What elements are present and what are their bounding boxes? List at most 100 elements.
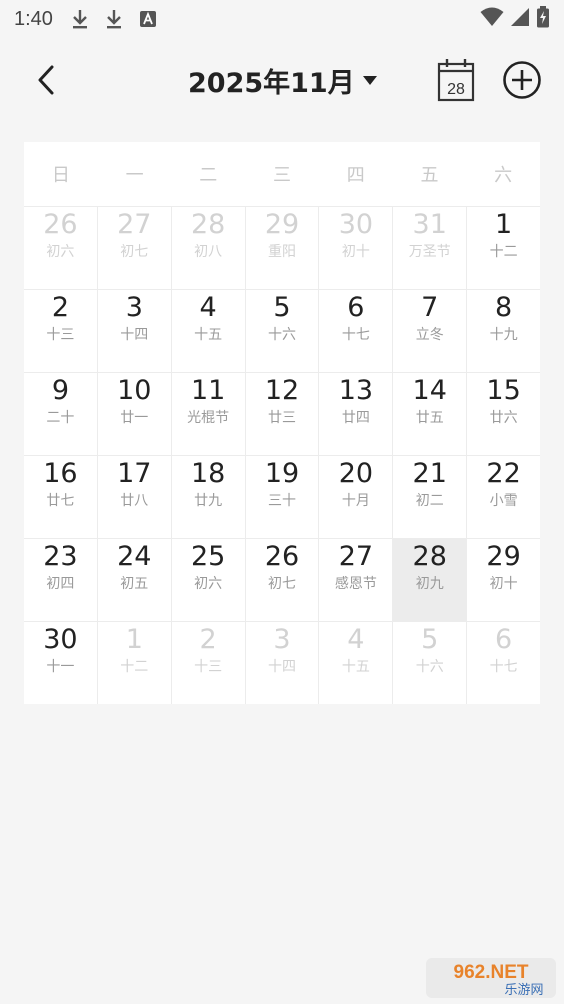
day-cell[interactable]: 1 十二	[97, 621, 172, 704]
day-cell[interactable]: 30 初十	[319, 206, 394, 289]
lunar-date: 十二	[489, 244, 518, 260]
day-cell[interactable]: 23 初四	[24, 538, 98, 621]
day-number: 11	[190, 375, 226, 406]
day-cell[interactable]: 5 十六	[393, 621, 468, 704]
site-watermark: 962.NET 乐游网	[424, 956, 558, 1000]
day-cell[interactable]: 29 重阳	[245, 206, 320, 289]
day-cell[interactable]: 26 初七	[245, 538, 320, 621]
week-row: 9 二十 10 廿一 11 光棍节 12 廿三 13 廿四 14 廿五 15 廿六	[24, 372, 541, 455]
day-number: 26	[264, 541, 300, 572]
calendar-today-icon: 28	[437, 59, 475, 102]
lunar-date: 十月	[341, 493, 370, 509]
day-cell[interactable]: 31 万圣节	[393, 206, 468, 289]
day-number: 29	[486, 541, 521, 572]
lunar-date: 廿八	[120, 493, 149, 509]
month-selector[interactable]: 2025年11月	[188, 62, 377, 99]
day-cell[interactable]: 10 廿一	[97, 372, 172, 455]
day-number: 4	[199, 292, 217, 323]
day-cell[interactable]: 3 十四	[97, 289, 172, 372]
day-cell[interactable]: 7 立冬	[393, 289, 468, 372]
day-cell[interactable]: 4 十五	[171, 289, 246, 372]
lunar-date: 初十	[341, 244, 370, 260]
day-number: 26	[43, 209, 78, 240]
day-number: 25	[190, 541, 226, 572]
lunar-date: 万圣节	[408, 244, 451, 260]
day-number: 29	[264, 209, 300, 240]
day-cell[interactable]: 24 初五	[97, 538, 172, 621]
day-cell[interactable]: 28 初八	[171, 206, 246, 289]
day-number: 28	[412, 541, 447, 572]
day-cell[interactable]: 22 小雪	[467, 455, 541, 538]
lunar-date: 廿六	[489, 410, 518, 426]
day-cell[interactable]: 12 廿三	[245, 372, 320, 455]
day-cell[interactable]: 30 十一	[24, 621, 98, 704]
day-cell[interactable]: 4 十五	[319, 621, 394, 704]
day-cell[interactable]: 15 廿六	[467, 372, 541, 455]
lunar-date: 十一	[46, 659, 75, 675]
day-number: 2	[199, 624, 217, 655]
lunar-date: 廿四	[341, 410, 370, 426]
day-cell[interactable]: 13 廿四	[319, 372, 394, 455]
day-cell[interactable]: 19 三十	[245, 455, 320, 538]
day-cell[interactable]: 27 感恩节	[319, 538, 394, 621]
day-cell[interactable]: 3 十四	[245, 621, 320, 704]
lunar-date: 十五	[341, 659, 370, 675]
day-cell[interactable]: 29 初十	[467, 538, 541, 621]
day-cell[interactable]: 9 二十	[24, 372, 98, 455]
day-cell[interactable]: 6 十七	[467, 621, 541, 704]
download-icon	[69, 8, 91, 30]
lunar-date: 十二	[120, 659, 149, 675]
calendar-header: 2025年11月 28	[0, 52, 564, 108]
day-number: 1	[494, 209, 513, 240]
caret-down-icon	[362, 75, 377, 85]
day-number: 18	[190, 458, 226, 489]
day-number: 31	[412, 209, 447, 240]
day-cell[interactable]: 25 初六	[171, 538, 246, 621]
day-cell[interactable]: 5 十六	[245, 289, 320, 372]
lunar-date: 十五	[194, 327, 223, 343]
week-row: 23 初四 24 初五 25 初六 26 初七 27 感恩节 28 初九 29 初十	[24, 538, 541, 621]
lunar-date: 十九	[489, 327, 518, 343]
day-cell[interactable]: 26 初六	[24, 206, 98, 289]
day-number: 20	[338, 458, 374, 489]
day-number: 22	[486, 458, 521, 489]
day-cell-selected[interactable]: 28 初九	[393, 538, 468, 621]
day-number: 4	[347, 624, 365, 655]
day-number: 12	[264, 375, 300, 406]
day-cell[interactable]: 16 廿七	[24, 455, 98, 538]
day-cell[interactable]: 21 初二	[393, 455, 468, 538]
day-number: 17	[117, 458, 152, 489]
day-number: 21	[412, 458, 447, 489]
lunar-date: 初六	[46, 244, 75, 260]
day-cell[interactable]: 17 廿八	[97, 455, 172, 538]
calendar-screen: 1:40 2025年11月 28 日 一 二 三 四 五 六 26 初六 27 …	[0, 0, 564, 1004]
day-cell[interactable]: 18 廿九	[171, 455, 246, 538]
month-calendar: 日一二三四五六 26 初六 27 初七 28 初八 29 重阳 30 初十 31 万圣节 1 十二 2 十三 3…	[24, 142, 541, 704]
day-cell[interactable]: 14 廿五	[393, 372, 468, 455]
day-cell[interactable]: 27 初七	[97, 206, 172, 289]
font-app-icon	[137, 8, 159, 30]
weekday-label: 五	[420, 165, 439, 186]
wifi-icon	[480, 7, 504, 32]
lunar-date: 光棍节	[187, 410, 230, 426]
month-title: 2025年11月	[188, 67, 355, 99]
day-cell[interactable]: 2 十三	[171, 621, 246, 704]
back-button[interactable]	[26, 60, 66, 100]
lunar-date: 二十	[46, 410, 75, 426]
lunar-date: 立冬	[415, 327, 444, 343]
day-number: 19	[264, 458, 300, 489]
add-event-button[interactable]	[502, 60, 542, 100]
lunar-date: 廿一	[120, 410, 149, 426]
day-cell[interactable]: 8 十九	[467, 289, 541, 372]
watermark-logo: 962.NET 乐游网	[426, 958, 556, 998]
lunar-date: 十七	[489, 659, 518, 675]
lunar-date: 初九	[415, 576, 444, 592]
day-cell[interactable]: 6 十七	[319, 289, 394, 372]
day-number: 7	[421, 292, 439, 323]
lunar-date: 初二	[415, 493, 444, 509]
day-cell[interactable]: 1 十二	[467, 206, 541, 289]
day-cell[interactable]: 2 十三	[24, 289, 98, 372]
day-cell[interactable]: 20 十月	[319, 455, 394, 538]
today-button[interactable]: 28	[436, 58, 476, 102]
day-cell[interactable]: 11 光棍节	[171, 372, 246, 455]
